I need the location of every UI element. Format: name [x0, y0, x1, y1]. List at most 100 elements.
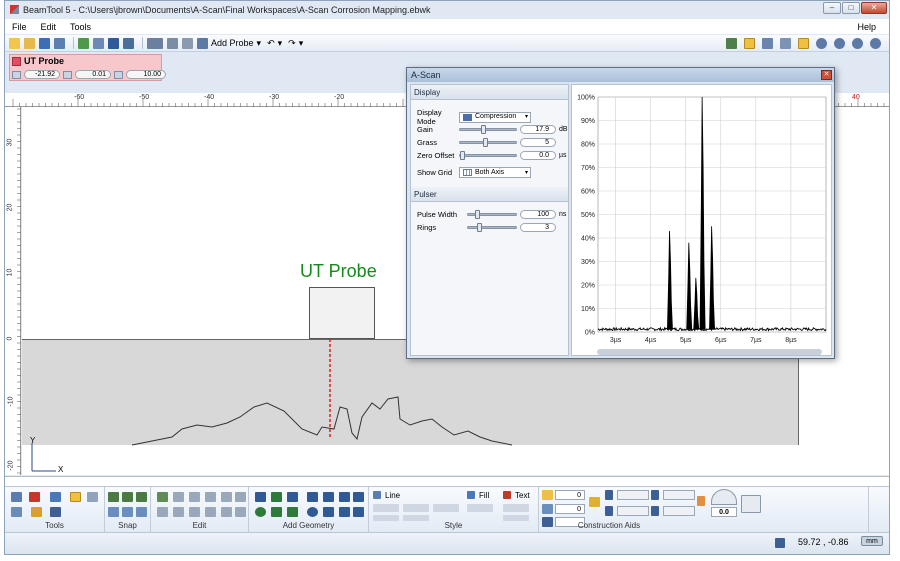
view-3d-icon[interactable]	[762, 38, 773, 49]
zero-offset-slider-thumb[interactable]	[460, 151, 465, 160]
erase-icon[interactable]	[173, 492, 184, 502]
angle-aid-icon[interactable]	[542, 504, 553, 514]
pen-icon[interactable]	[11, 507, 22, 517]
box-tool-icon[interactable]	[339, 507, 350, 517]
report-icon[interactable]	[123, 37, 134, 49]
trim-icon[interactable]	[235, 507, 246, 517]
width-aid-field[interactable]	[663, 490, 695, 500]
view-2d-icon[interactable]	[744, 38, 755, 49]
undo-button[interactable]: ↶ ▾	[267, 38, 282, 49]
close-button[interactable]: ✕	[861, 2, 887, 14]
probe-info-panel[interactable]: UT Probe -21.92 0.01 10.00	[9, 54, 166, 81]
fit-view-icon[interactable]	[726, 38, 737, 49]
export-icon[interactable]	[78, 37, 89, 49]
print-icon[interactable]	[93, 37, 104, 49]
pulse-width-value-field[interactable]: 100	[520, 210, 556, 219]
zoom-out-icon[interactable]	[870, 38, 881, 49]
view-split-icon[interactable]	[780, 38, 791, 49]
menu-edit[interactable]: Edit	[34, 22, 64, 32]
panel-icon[interactable]	[87, 492, 98, 502]
measure-icon[interactable]	[50, 507, 61, 517]
poly-tool-icon[interactable]	[323, 507, 334, 517]
probe-angle-field[interactable]: 0.01	[75, 70, 111, 79]
unit-button[interactable]: mm	[861, 536, 883, 546]
image-icon[interactable]	[108, 37, 119, 49]
pulse-width-slider[interactable]	[467, 210, 517, 219]
pulse-width-slider-thumb[interactable]	[474, 210, 480, 219]
snap-line-icon[interactable]	[108, 492, 119, 502]
fill-color-dropdown[interactable]	[467, 504, 493, 512]
snap-angle-icon[interactable]	[122, 507, 133, 517]
display-section-header[interactable]: Display	[411, 85, 568, 100]
part-icon[interactable]	[182, 37, 193, 49]
dimension-icon[interactable]	[542, 490, 553, 500]
probe-x-field[interactable]: -21.92	[24, 70, 60, 79]
zero-offset-slider[interactable]	[459, 151, 517, 160]
height-aid-field[interactable]	[663, 506, 695, 516]
save-as-icon[interactable]	[54, 37, 65, 49]
paste-icon[interactable]	[235, 492, 246, 502]
angle-dial-icon[interactable]	[711, 489, 737, 505]
cut-icon[interactable]	[205, 492, 216, 502]
align-icon[interactable]	[189, 492, 200, 502]
pencil-icon[interactable]	[589, 497, 600, 507]
line-width-dropdown[interactable]	[403, 504, 429, 512]
ascan-window[interactable]: A-Scan ✕ Display Display Mode Compressio…	[406, 67, 835, 359]
ascan-close-button[interactable]: ✕	[821, 70, 832, 80]
scale-icon[interactable]	[221, 507, 232, 517]
grass-value-field[interactable]: 5	[520, 138, 556, 147]
display-mode-dropdown[interactable]: Compression ▾	[459, 111, 531, 123]
frame-icon[interactable]	[70, 492, 81, 502]
gain-slider-thumb[interactable]	[480, 125, 486, 134]
redo-button[interactable]: ↷ ▾	[288, 38, 303, 49]
zigzag-tool-icon[interactable]	[323, 492, 334, 502]
text-area-tool-icon[interactable]	[353, 507, 364, 517]
rings-value-field[interactable]: 3	[520, 223, 556, 232]
dimension-tool-icon[interactable]	[353, 492, 364, 502]
pan-icon[interactable]	[798, 38, 809, 49]
link-icon[interactable]	[697, 496, 705, 506]
grass-slider[interactable]	[459, 138, 517, 147]
snap-point-icon[interactable]	[122, 492, 133, 502]
curve-tool-icon[interactable]	[339, 492, 350, 502]
grid-snap-icon[interactable]	[136, 507, 147, 517]
add-probe-button[interactable]: Add Probe ▾	[197, 37, 261, 49]
maximize-button[interactable]: □	[842, 2, 860, 14]
copy-icon[interactable]	[221, 492, 232, 502]
menu-tools[interactable]: Tools	[63, 22, 98, 32]
probe-width-field[interactable]: 10.00	[126, 70, 166, 79]
line-color-dropdown[interactable]	[373, 504, 399, 512]
triangle-tool-icon[interactable]	[271, 507, 282, 517]
canvas-scrollbar[interactable]	[5, 476, 889, 486]
line-type-dropdown[interactable]	[433, 504, 459, 512]
paint-icon[interactable]	[31, 507, 42, 517]
snap-mid-icon[interactable]	[108, 507, 119, 517]
text-color-dropdown[interactable]	[503, 504, 529, 512]
rings-slider-thumb[interactable]	[476, 223, 482, 232]
edit-icon[interactable]	[157, 492, 168, 502]
rectangle-tool-icon[interactable]	[287, 507, 298, 517]
probe-tool-icon[interactable]	[147, 37, 163, 49]
show-grid-dropdown[interactable]: Both Axis ▾	[459, 167, 531, 178]
save-icon[interactable]	[39, 37, 50, 49]
line-tool-icon[interactable]	[255, 492, 266, 502]
ascan-chart-panel[interactable]: 0% 10% 20% 30% 40% 50% 60% 70% 80% 90% 100% 3µs 4µs 5…	[571, 84, 832, 356]
pulser-section-header[interactable]: Pulser	[411, 187, 568, 202]
menu-file[interactable]: File	[5, 22, 34, 32]
zoom-icon[interactable]	[834, 38, 845, 49]
arc-tool-icon[interactable]	[287, 492, 298, 502]
ascan-title-bar[interactable]: A-Scan	[407, 68, 834, 82]
chart-horizontal-scrollbar[interactable]	[597, 349, 822, 355]
grid-aid-icon[interactable]	[741, 495, 761, 513]
polyline-tool-icon[interactable]	[271, 492, 282, 502]
zero-offset-value-field[interactable]: 0.0	[520, 151, 556, 160]
construction-field-2[interactable]: 0	[555, 504, 585, 514]
vertical-offset-field[interactable]	[617, 506, 649, 516]
group-icon[interactable]	[157, 507, 168, 517]
zoom-window-icon[interactable]	[816, 38, 827, 49]
zoom-in-icon[interactable]	[852, 38, 863, 49]
layer-icon[interactable]	[50, 492, 61, 502]
line2-tool-icon[interactable]	[307, 492, 318, 502]
construction-field-1[interactable]: 0	[555, 490, 585, 500]
probe-shape[interactable]	[309, 287, 375, 339]
